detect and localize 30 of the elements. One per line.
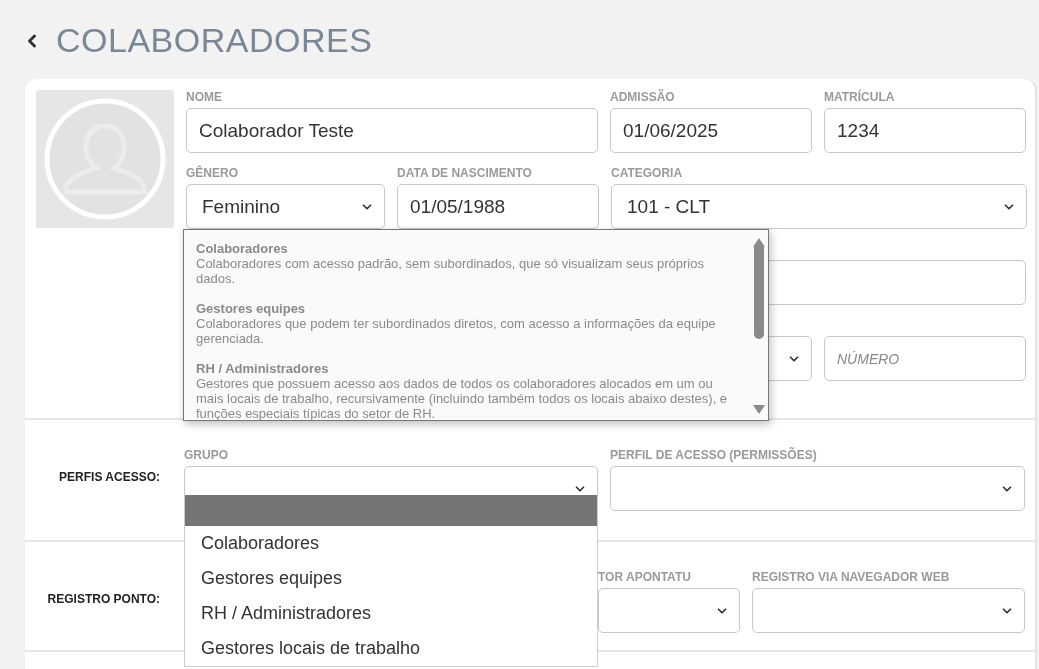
select-field[interactable] [610, 466, 1025, 511]
help-item-title: Colaboradores [196, 241, 289, 256]
select-field[interactable] [752, 588, 1025, 633]
field-label: ADMISSÃO [610, 90, 676, 105]
input-field[interactable]: 1234 [824, 108, 1026, 153]
field-label: MATRÍCULA [824, 90, 896, 105]
input-field[interactable]: 01/06/2025 [610, 108, 812, 153]
input-field[interactable]: Colaborador Teste [186, 108, 598, 153]
field-label: GÊNERO [186, 166, 239, 181]
input-field[interactable]: 01/05/1988 [397, 184, 599, 229]
field-label: GRUPO [184, 448, 229, 463]
input-field[interactable]: NÚMERO [824, 336, 1026, 381]
help-item-description: Colaboradores com acesso padrão, sem subordinados, que só visualizam seus próprios dados. [196, 256, 705, 286]
help-item-title: RH / Administradores [196, 361, 330, 376]
field-label: NOME [186, 90, 223, 105]
scroll-down-arrow-icon[interactable] [753, 405, 765, 414]
field-label: REGISTRO VIA NAVEGADOR WEB [752, 570, 951, 585]
field-label: PERFIL DE ACESSO (PERMISSÕES) [610, 448, 818, 463]
section-label: PERFIS ACESSO: [58, 470, 161, 484]
select-field[interactable]: 101 - CLT [611, 184, 1027, 229]
field-label: CATEGORIA [611, 166, 684, 181]
help-item-description: Colaboradores que podem ter subordinados diretos, com acesso a informações da equipe gerenciada. [196, 316, 717, 346]
page-title: COLABORADORES [56, 21, 373, 60]
help-item-title: Gestores equipes [196, 301, 307, 316]
field-label: DATA DE NASCIMENTO [397, 166, 533, 181]
select-field[interactable] [598, 588, 740, 633]
help-item-description: Gestores que possuem acesso aos dados de todos os colaboradores alocados em um ou mais locais de trabalho, recursivamente (incluindo também todos os locais abaixo destes), e funções especiais típicas do setor de RH. [196, 376, 729, 420]
field-label: TOR APONTATU [598, 570, 692, 585]
section-label: REGISTRO PONTO: [46, 592, 161, 606]
select-field[interactable]: Feminino [186, 184, 385, 229]
